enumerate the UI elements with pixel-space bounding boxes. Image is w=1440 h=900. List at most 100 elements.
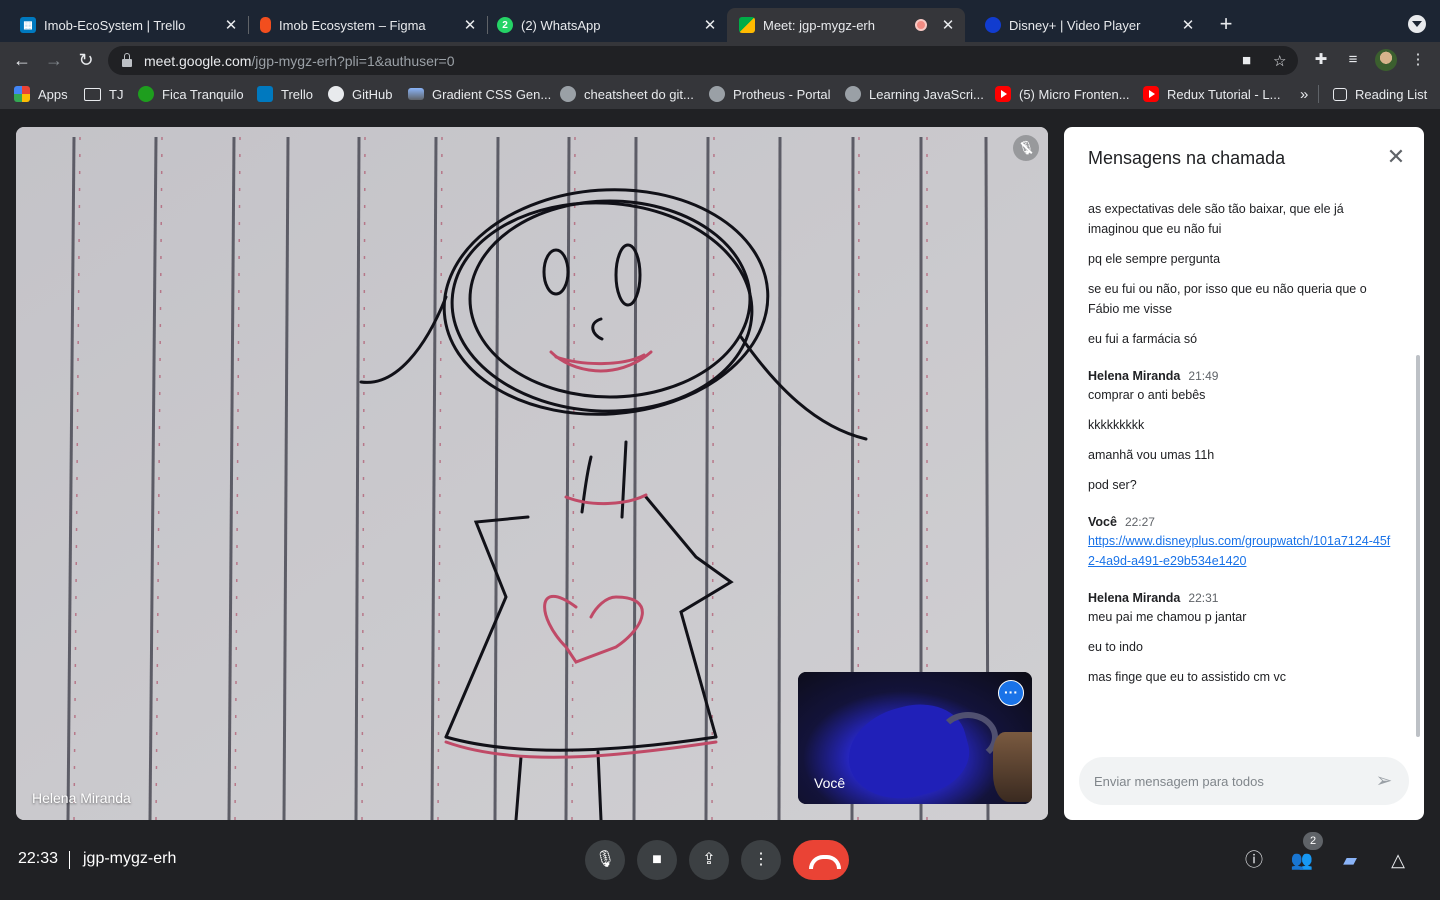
bookmark-fica-tranquilo[interactable]: Fica Tranquilo [138, 85, 244, 103]
bookmark-label: Fica Tranquilo [162, 86, 244, 102]
message-group: Você 22:27 https://www.disneyplus.com/gro… [1088, 513, 1394, 571]
bookmark-label: Gradient CSS Gen... [432, 86, 552, 102]
profile-avatar[interactable] [1375, 49, 1397, 71]
meeting-details-info-icon[interactable]: ⓘ [1242, 848, 1266, 872]
reading-list-button[interactable]: Reading List [1333, 85, 1427, 103]
activities-icon[interactable]: △ [1386, 848, 1410, 872]
clock-divider [69, 851, 70, 869]
bookmark-gradient-css[interactable]: Gradient CSS Gen... [408, 85, 551, 103]
reading-list-icon [1333, 87, 1347, 101]
chat-panel: Mensagens na chamada ✕ as expectativas d… [1064, 127, 1424, 820]
people-icon[interactable]: 👥 [1290, 848, 1314, 872]
more-options-button[interactable]: ⋮ [741, 840, 781, 880]
back-arrow-icon[interactable]: ← [10, 48, 34, 72]
send-icon[interactable]: ➢ [1372, 769, 1396, 793]
bookmark-divider [1318, 85, 1319, 103]
bookmark-label: Protheus - Portal [733, 86, 831, 102]
close-tab-icon[interactable]: ✕ [701, 16, 719, 34]
sender-name: Você [1088, 515, 1117, 529]
media-controls-icon[interactable]: ≡ [1343, 50, 1363, 70]
bookmark-redux-tutorial[interactable]: Redux Tutorial - L... [1143, 85, 1280, 103]
leave-call-button[interactable] [793, 840, 849, 880]
close-tab-icon[interactable]: ✕ [1179, 16, 1197, 34]
bookmarks-bar: Apps TJ Fica Tranquilo Trello GitHub Gra… [0, 78, 1440, 110]
chat-message: pq ele sempre pergunta [1088, 252, 1221, 266]
camera-icon: ■ [652, 851, 662, 868]
more-bookmarks-chevron-icon[interactable]: » [1300, 85, 1308, 103]
chat-link[interactable]: https://www.disneyplus.com/groupwatch/10… [1088, 534, 1390, 568]
reload-icon[interactable]: ↻ [74, 48, 98, 72]
message-sender: Helena Miranda 22:31 [1088, 589, 1394, 607]
self-video-shape [938, 712, 998, 762]
address-bar[interactable]: meet.google.com/jgp-mygz-erh?pli=1&authu… [108, 46, 1298, 75]
browser-toolbar: ← → ↻ meet.google.com/jgp-mygz-erh?pli=1… [0, 42, 1440, 78]
figma-icon [260, 17, 271, 33]
tab-disney[interactable]: Disney+ | Video Player ✕ [965, 8, 1205, 42]
bookmark-cheatsheet-git[interactable]: cheatsheet do git... [560, 85, 694, 103]
camera-in-use-icon[interactable]: ■ [1242, 52, 1251, 69]
message-group: as expectativas dele são tão baixar, que… [1088, 199, 1394, 349]
bookmark-github[interactable]: GitHub [328, 85, 392, 103]
tab-whatsapp[interactable]: 2 (2) WhatsApp ✕ [477, 8, 727, 42]
apps-grid-icon [14, 86, 30, 102]
more-options-icon[interactable]: ··· [998, 680, 1024, 706]
bookmark-micro-frontends[interactable]: (5) Micro Fronten... [995, 85, 1130, 103]
self-view-tile[interactable]: ··· Você [798, 672, 1032, 804]
tab-search-icon[interactable] [1408, 15, 1426, 33]
camera-button[interactable]: ■ [637, 840, 677, 880]
bookmark-label: (5) Micro Fronten... [1019, 86, 1130, 102]
self-name-label: Você [814, 775, 846, 791]
message-time: 22:31 [1188, 591, 1219, 605]
page-icon [408, 88, 424, 100]
extensions-puzzle-icon[interactable]: ✚ [1311, 50, 1331, 70]
participant-name: Helena Miranda [32, 790, 131, 806]
meeting-code: jgp-mygz-erh [83, 850, 177, 867]
tab-figma[interactable]: Imob Ecosystem – Figma ✕ [240, 8, 487, 42]
chat-scrollbar[interactable] [1416, 355, 1420, 737]
reading-list-label: Reading List [1355, 86, 1428, 102]
microphone-icon: 🎙 [594, 851, 616, 868]
bookmark-trello[interactable]: Trello [257, 85, 313, 103]
url-host: meet.google.com [144, 52, 252, 69]
chat-message: eu fui a farmácia só [1088, 332, 1198, 346]
message-sender: Você 22:27 [1088, 513, 1394, 531]
bookmark-apps[interactable]: Apps [14, 85, 68, 103]
bookmark-learning-js[interactable]: Learning JavaScri... [845, 85, 984, 103]
chat-message: amanhã vou umas 11h [1088, 448, 1215, 462]
message-group: Helena Miranda 21:49 comprar o anti bebês… [1088, 367, 1394, 495]
close-tab-icon[interactable]: ✕ [939, 16, 957, 34]
chat-icon[interactable]: ▰ [1338, 848, 1362, 872]
kebab-menu-icon: ⋮ [753, 851, 769, 868]
meeting-clock: 22:33 [18, 850, 59, 867]
bookmark-label: cheatsheet do git... [584, 86, 694, 102]
chat-message: as expectativas dele são tão baixar, que… [1088, 202, 1344, 236]
kebab-menu-icon[interactable]: ⋮ [1408, 50, 1428, 70]
lock-icon[interactable] [122, 52, 132, 67]
tab-label: Disney+ | Video Player [1009, 17, 1141, 33]
browser-tab-strip: ▦ Imob-EcoSystem | Trello ✕ Imob Ecosyst… [0, 0, 1440, 42]
sender-name: Helena Miranda [1088, 369, 1181, 383]
close-tab-icon[interactable]: ✕ [222, 16, 240, 34]
bookmark-label: GitHub [352, 86, 393, 102]
forward-arrow-icon[interactable]: → [42, 48, 66, 72]
present-screen-button[interactable]: ⇪ [689, 840, 729, 880]
bookmark-star-icon[interactable]: ☆ [1273, 52, 1286, 70]
tab-meet[interactable]: Meet: jgp-mygz-erh ✕ [727, 8, 965, 42]
tab-trello[interactable]: ▦ Imob-EcoSystem | Trello ✕ [0, 8, 248, 42]
github-icon [328, 86, 344, 102]
tab-label: Imob Ecosystem – Figma [279, 17, 426, 33]
self-video-shape [993, 732, 1032, 802]
bookmark-protheus[interactable]: Protheus - Portal [709, 85, 831, 103]
meet-icon [739, 17, 755, 33]
microphone-button[interactable]: 🎙 [585, 840, 625, 880]
close-icon[interactable]: ✕ [1384, 145, 1408, 169]
url-path: /jgp-mygz-erh?pli=1&authuser=0 [251, 52, 455, 69]
muted-mic-icon: 🎙 [1013, 135, 1039, 161]
chat-messages[interactable]: as expectativas dele são tão baixar, que… [1088, 199, 1394, 705]
bookmark-label: Apps [38, 86, 68, 102]
new-tab-plus-icon[interactable]: + [1213, 12, 1239, 38]
chat-message-input[interactable] [1094, 773, 1364, 789]
trello-icon [257, 86, 273, 102]
whatsapp-icon: 2 [497, 17, 513, 33]
bookmark-folder-tj[interactable]: TJ [84, 85, 123, 103]
